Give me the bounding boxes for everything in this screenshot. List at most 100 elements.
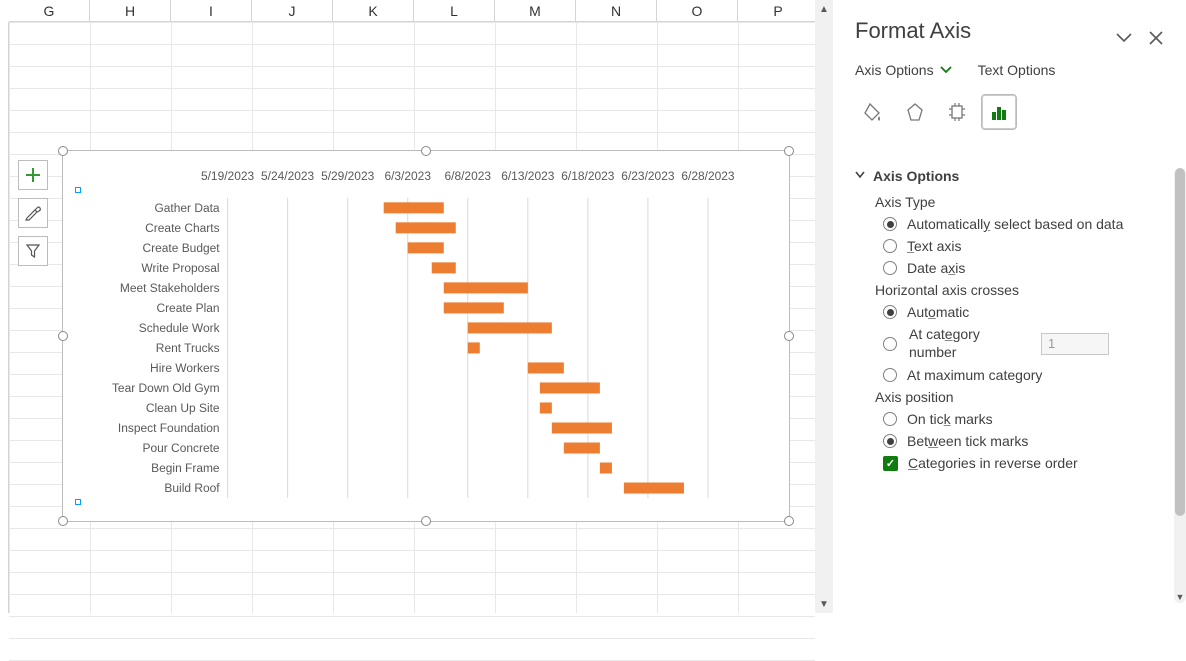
resize-handle-n[interactable] (421, 146, 431, 156)
radio-pos-between-tick[interactable]: Between tick marks (883, 433, 1168, 449)
svg-text:Begin Frame: Begin Frame (151, 461, 220, 475)
radio-icon (883, 261, 897, 275)
resize-handle-se[interactable] (784, 516, 794, 526)
pane-scrollbar[interactable]: ▲ ▼ (1174, 168, 1186, 603)
svg-text:Schedule Work: Schedule Work (139, 321, 220, 335)
radio-icon (883, 337, 897, 351)
axis-options-icon-button[interactable] (981, 94, 1017, 130)
chevron-down-icon (855, 170, 865, 182)
svg-text:Create Budget: Create Budget (142, 241, 220, 255)
resize-handle-e[interactable] (784, 331, 794, 341)
svg-text:5/24/2023: 5/24/2023 (261, 169, 315, 183)
tab-axis-options[interactable]: Axis Options (855, 62, 952, 78)
column-header[interactable]: H (90, 0, 171, 22)
svg-text:Hire Workers: Hire Workers (150, 361, 220, 375)
svg-text:Write Proposal: Write Proposal (141, 261, 219, 275)
svg-text:Build Roof: Build Roof (164, 481, 220, 495)
axis-selection-marker (75, 499, 81, 505)
checkbox-categories-reverse[interactable]: ✓ Categories in reverse order (883, 455, 1168, 471)
column-header[interactable]: L (414, 0, 495, 22)
axis-selection-marker (75, 187, 81, 193)
svg-text:Gather Data: Gather Data (154, 201, 219, 215)
radio-icon (883, 239, 897, 253)
pane-collapse-button[interactable] (1114, 28, 1134, 48)
svg-text:6/3/2023: 6/3/2023 (384, 169, 431, 183)
checkbox-label: Categories in reverse order (908, 455, 1078, 471)
row-header-stub (0, 22, 9, 613)
worksheet-vertical-scrollbar[interactable]: ▲ ▼ (815, 0, 833, 613)
radio-label: Automatic (907, 304, 969, 320)
svg-text:Create Charts: Create Charts (145, 221, 219, 235)
radio-pos-on-tick[interactable]: On tick marks (883, 411, 1168, 427)
effects-icon-button[interactable] (897, 94, 933, 130)
svg-text:Inspect Foundation: Inspect Foundation (118, 421, 220, 435)
column-header[interactable]: O (657, 0, 738, 22)
tab-label: Text Options (978, 62, 1056, 78)
svg-text:6/28/2023: 6/28/2023 (681, 169, 735, 183)
resize-handle-s[interactable] (421, 516, 431, 526)
chart-plot-area[interactable]: 5/19/20235/24/20235/29/20236/3/20236/8/2… (78, 166, 774, 506)
scrollbar-thumb[interactable] (1175, 168, 1185, 516)
format-axis-pane: Format Axis Axis Options Text Options Ax… (833, 0, 1186, 613)
column-header[interactable]: J (252, 0, 333, 22)
radio-axis-type-auto[interactable]: Automatically select based on data (883, 216, 1168, 232)
section-title: Axis Options (873, 168, 959, 184)
radio-icon (883, 217, 897, 231)
radio-label: Automatically select based on data (907, 216, 1123, 232)
svg-text:6/23/2023: 6/23/2023 (621, 169, 675, 183)
radio-crosses-at-max[interactable]: At maximum category (883, 367, 1168, 383)
column-header[interactable]: K (333, 0, 414, 22)
column-header[interactable]: P (738, 0, 819, 22)
resize-handle-sw[interactable] (58, 516, 68, 526)
radio-axis-type-text[interactable]: Text axis (883, 238, 1168, 254)
svg-text:5/19/2023: 5/19/2023 (201, 169, 255, 183)
chart-elements-button[interactable] (18, 160, 48, 190)
fill-line-icon-button[interactable] (855, 94, 891, 130)
svg-text:6/13/2023: 6/13/2023 (501, 169, 555, 183)
column-headers: GHIJKLMNOP (9, 0, 815, 22)
chevron-down-icon (940, 63, 952, 77)
tab-label: Axis Options (855, 62, 934, 78)
radio-icon (883, 434, 897, 448)
label-h-axis-crosses: Horizontal axis crosses (875, 282, 1168, 298)
pane-close-button[interactable] (1146, 28, 1166, 48)
svg-text:6/8/2023: 6/8/2023 (444, 169, 491, 183)
column-header[interactable]: I (171, 0, 252, 22)
resize-handle-w[interactable] (58, 331, 68, 341)
chart-object[interactable]: 5/19/20235/24/20235/29/20236/3/20236/8/2… (62, 150, 790, 522)
radio-label: At maximum category (907, 367, 1042, 383)
at-category-input[interactable] (1041, 333, 1109, 355)
checkbox-icon: ✓ (883, 456, 898, 471)
radio-axis-type-date[interactable]: Date axis (883, 260, 1168, 276)
radio-label: Date axis (907, 260, 965, 276)
chart-styles-button[interactable] (18, 198, 48, 228)
svg-text:Tear Down Old Gym: Tear Down Old Gym (112, 381, 220, 395)
worksheet-area[interactable]: GHIJKLMNOP 5/19/20235/24/20235/29/20236/… (0, 0, 815, 613)
label-axis-position: Axis position (875, 389, 1168, 405)
radio-icon (883, 412, 897, 426)
radio-label: Text axis (907, 238, 961, 254)
column-header[interactable]: N (576, 0, 657, 22)
scroll-down-icon[interactable]: ▼ (1174, 591, 1186, 603)
scroll-up-button[interactable]: ▲ (815, 0, 833, 18)
radio-icon (883, 305, 897, 319)
resize-handle-ne[interactable] (784, 146, 794, 156)
label-axis-type: Axis Type (875, 194, 1168, 210)
scroll-down-button[interactable]: ▼ (815, 595, 833, 613)
radio-crosses-auto[interactable]: Automatic (883, 304, 1168, 320)
size-properties-icon-button[interactable] (939, 94, 975, 130)
svg-text:Meet Stakeholders: Meet Stakeholders (120, 281, 220, 295)
section-header-axis-options[interactable]: Axis Options (855, 168, 1168, 184)
column-header[interactable]: M (495, 0, 576, 22)
tab-text-options[interactable]: Text Options (978, 62, 1056, 78)
radio-label: Between tick marks (907, 433, 1028, 449)
column-header[interactable]: G (9, 0, 90, 22)
chart-filters-button[interactable] (18, 236, 48, 266)
pane-title: Format Axis (855, 18, 1186, 44)
radio-crosses-at-category[interactable]: At category number (883, 326, 1168, 361)
svg-text:Create Plan: Create Plan (156, 301, 219, 315)
svg-text:6/18/2023: 6/18/2023 (561, 169, 615, 183)
resize-handle-nw[interactable] (58, 146, 68, 156)
pane-content: Axis Options Axis Type Automatically sel… (855, 168, 1168, 603)
svg-text:Pour Concrete: Pour Concrete (142, 441, 219, 455)
